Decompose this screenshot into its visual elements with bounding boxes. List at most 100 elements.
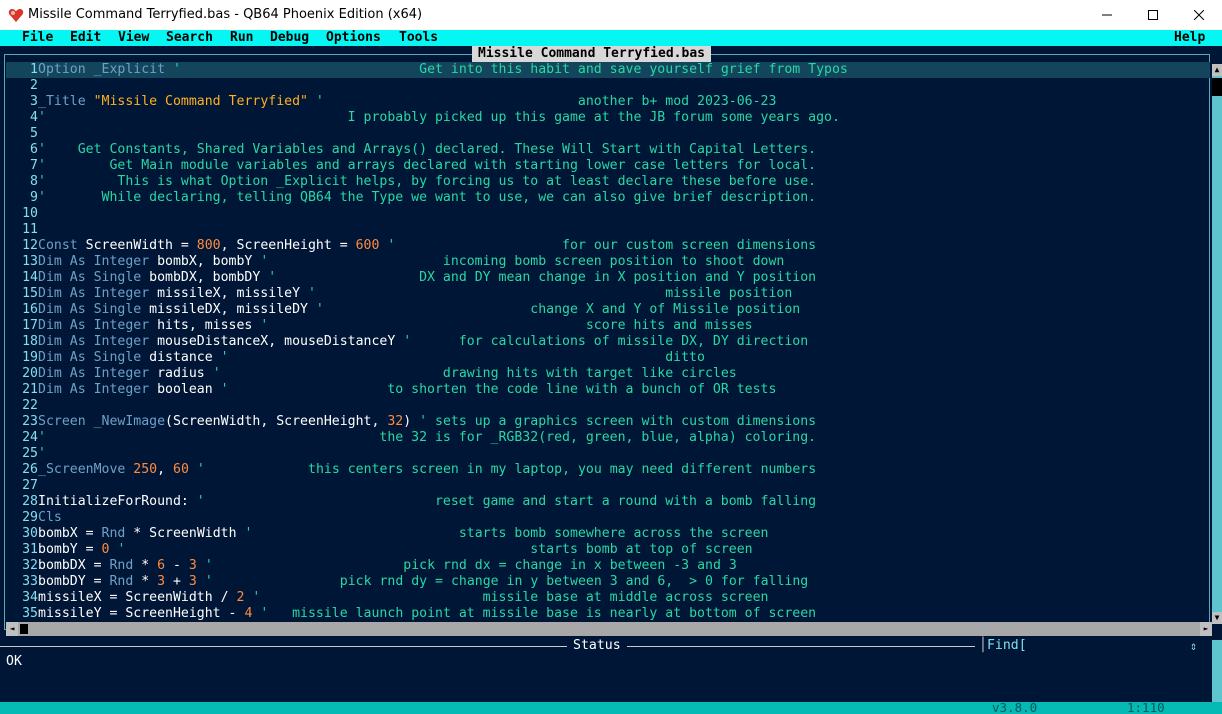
find-arrows-icon[interactable]: ⇕ xyxy=(1190,638,1197,654)
code-token: 32 xyxy=(387,414,404,429)
code-line[interactable]: 16Dim As Single missileDX, missileDY ' c… xyxy=(6,302,800,318)
line-number: 34 xyxy=(22,590,38,605)
code-line[interactable]: 13Dim As Integer bombX, bombY ' incoming… xyxy=(6,254,784,270)
code-token: boolean xyxy=(149,382,221,397)
line-number: 13 xyxy=(22,254,38,269)
code-line[interactable]: 23Screen _NewImage(ScreenWidth, ScreenHe… xyxy=(6,414,816,430)
code-token: ' incoming bomb screen position to shoot… xyxy=(260,254,785,269)
code-line[interactable]: 32bombDX = Rnd * 6 - 3 ' pick rnd dx = c… xyxy=(6,558,737,574)
maximize-button[interactable] xyxy=(1130,0,1176,30)
code-token: ' This is what Option _Explicit helps, b… xyxy=(38,174,817,189)
code-line[interactable]: 6' Get Constants, Shared Variables and A… xyxy=(6,142,816,158)
code-line[interactable]: 28InitializeForRound: ' reset game and s… xyxy=(6,494,816,510)
code-line[interactable]: 25' xyxy=(6,446,46,462)
menu-debug[interactable]: Debug xyxy=(270,30,309,46)
code-line[interactable]: 20Dim As Integer radius ' drawing hits w… xyxy=(6,366,737,382)
code-line[interactable]: 19Dim As Single distance ' ditto xyxy=(6,350,705,366)
menu-run[interactable]: Run xyxy=(230,30,253,46)
menu-help[interactable]: Help xyxy=(1174,30,1205,46)
code-token: ' starts bomb at top of screen xyxy=(117,542,753,557)
code-line[interactable]: 33bombDY = Rnd * 3 + 3 ' pick rnd dy = c… xyxy=(6,574,808,590)
maximize-icon xyxy=(1148,10,1158,20)
find-label[interactable]: Find[ xyxy=(987,638,1027,653)
code-token: bombDY = xyxy=(38,574,110,589)
code-line[interactable]: 1Option _Explicit ' Get into this habit … xyxy=(6,62,1210,78)
code-token: ' for calculations of missile DX, DY dir… xyxy=(403,334,809,349)
code-line[interactable]: 4' I probably picked up this game at the… xyxy=(6,110,840,126)
code-line[interactable]: 18Dim As Integer mouseDistanceX, mouseDi… xyxy=(6,334,808,350)
code-line[interactable]: 5 xyxy=(6,126,38,142)
code-line[interactable]: 7' Get Main module variables and arrays … xyxy=(6,158,816,174)
code-token: Rnd xyxy=(109,558,134,573)
menu-view[interactable]: View xyxy=(118,30,149,46)
code-line[interactable]: 3_Title "Missile Command Terryfied" ' an… xyxy=(6,94,776,110)
horizontal-scroll-thumb[interactable] xyxy=(20,624,28,634)
code-token: missileX = ScreenWidth / xyxy=(38,590,237,605)
scroll-up-arrow-icon[interactable]: ▲ xyxy=(1212,64,1222,76)
code-line[interactable]: 27 xyxy=(6,478,38,494)
menu-options[interactable]: Options xyxy=(326,30,381,46)
menu-file[interactable]: File xyxy=(22,30,53,46)
code-line[interactable]: 10 xyxy=(6,206,38,222)
minimize-button[interactable] xyxy=(1084,0,1130,30)
menu-edit[interactable]: Edit xyxy=(70,30,101,46)
code-line[interactable]: 22 xyxy=(6,398,38,414)
status-vertical-scrollbar[interactable] xyxy=(1212,640,1222,702)
code-token: Dim As Integer xyxy=(38,254,150,269)
code-line[interactable]: 14Dim As Single bombDX, bombDY ' DX and … xyxy=(6,270,816,286)
code-token: ' While declaring, telling QB64 the Type… xyxy=(38,190,817,205)
code-line[interactable]: 17Dim As Integer hits, misses ' score hi… xyxy=(6,318,752,334)
line-number: 15 xyxy=(22,286,38,301)
code-token: ' change X and Y of Missile position xyxy=(315,302,801,317)
code-line[interactable]: 31bombY = 0 ' starts bomb at top of scre… xyxy=(6,542,753,558)
line-number: 6 xyxy=(30,142,38,157)
line-number: 35 xyxy=(22,606,38,621)
code-line[interactable]: 29Cls xyxy=(6,510,62,526)
scroll-right-arrow-icon[interactable]: ► xyxy=(1200,622,1212,636)
line-number: 10 xyxy=(22,206,38,221)
code-line[interactable]: 21Dim As Integer boolean ' to shorten th… xyxy=(6,382,776,398)
editor-horizontal-scrollbar[interactable]: ◄ ► xyxy=(6,622,1212,636)
code-area[interactable]: 1Option _Explicit ' Get into this habit … xyxy=(6,62,1210,622)
code-line[interactable]: 30bombX = Rnd * ScreenWidth ' starts bom… xyxy=(6,526,768,542)
code-line[interactable]: 35missileY = ScreenHeight - 4 ' missile … xyxy=(6,606,816,622)
scroll-down-arrow-icon[interactable]: ▼ xyxy=(1212,612,1222,624)
window-title: Missile Command Terryfied.bas - QB64 Pho… xyxy=(28,7,423,22)
code-token: ' DX and DY mean change in X position an… xyxy=(268,270,817,285)
close-button[interactable] xyxy=(1176,0,1222,30)
menu-tools[interactable]: Tools xyxy=(399,30,438,46)
code-token: Const xyxy=(38,238,78,253)
code-line[interactable]: 15Dim As Integer missileX, missileY ' mi… xyxy=(6,286,792,302)
code-line[interactable]: 9' While declaring, telling QB64 the Typ… xyxy=(6,190,816,206)
code-token: missileDX, missileDY xyxy=(141,302,316,317)
code-token: bombY = xyxy=(38,542,102,557)
editor-vertical-scrollbar[interactable]: ▲ ▼ xyxy=(1212,64,1222,624)
code-token: ' Get Constants, Shared Variables and Ar… xyxy=(38,142,817,157)
line-number: 22 xyxy=(22,398,38,413)
scroll-left-arrow-icon[interactable]: ◄ xyxy=(6,622,18,636)
code-line[interactable]: 34missileX = ScreenWidth / 2 ' missile b… xyxy=(6,590,768,606)
line-number: 30 xyxy=(22,526,38,541)
code-token: _ScreenMove xyxy=(38,462,126,477)
editor-file-title: Missile Command Terryfied.bas xyxy=(472,46,711,62)
code-line[interactable]: 8' This is what Option _Explicit helps, … xyxy=(6,174,816,190)
code-token: missileX, missileY xyxy=(149,286,308,301)
code-token: ' drawing hits with target like circles xyxy=(212,366,737,381)
line-number: 8 xyxy=(30,174,38,189)
code-line[interactable]: 12Const ScreenWidth = 800, ScreenHeight … xyxy=(6,238,816,254)
menu-search[interactable]: Search xyxy=(166,30,213,46)
code-token: ' missile position xyxy=(307,286,793,301)
code-line[interactable]: 11 xyxy=(6,222,38,238)
code-token: Dim As Integer xyxy=(38,366,150,381)
code-line[interactable]: 26_ScreenMove 250, 60 ' this centers scr… xyxy=(6,462,816,478)
find-box[interactable]: │Find[ xyxy=(979,638,1203,654)
status-panel: Status OK │Find[ ⇕ xyxy=(0,636,1222,702)
code-line[interactable]: 24' the 32 is for _RGB32(red, green, blu… xyxy=(6,430,816,446)
code-token: Option _Explicit xyxy=(38,62,166,77)
vertical-scroll-thumb[interactable] xyxy=(1212,78,1222,96)
code-token: "Missile Command Terryfied" xyxy=(93,94,308,109)
code-editor[interactable]: Missile Command Terryfied.bas 1Option _E… xyxy=(0,46,1222,636)
code-token: ' pick rnd dy = change in y between 3 an… xyxy=(204,574,809,589)
code-line[interactable]: 2 xyxy=(6,78,38,94)
